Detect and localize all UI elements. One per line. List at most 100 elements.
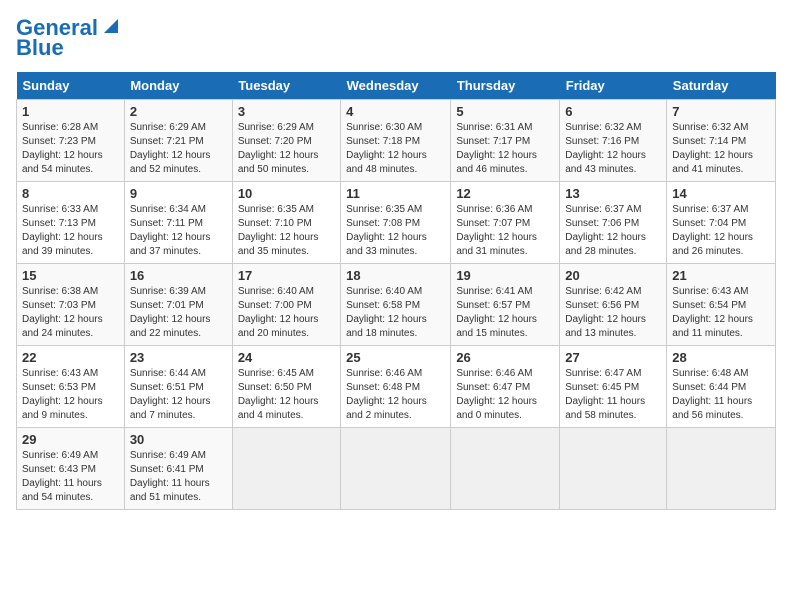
day-cell: 10 Sunrise: 6:35 AMSunset: 7:10 PMDaylig… (232, 182, 340, 264)
day-number: 5 (456, 104, 554, 119)
week-row-2: 8 Sunrise: 6:33 AMSunset: 7:13 PMDayligh… (17, 182, 776, 264)
day-info: Sunrise: 6:28 AMSunset: 7:23 PMDaylight:… (22, 122, 103, 175)
day-number: 23 (130, 350, 227, 365)
calendar-table: SundayMondayTuesdayWednesdayThursdayFrid… (16, 72, 776, 510)
day-info: Sunrise: 6:29 AMSunset: 7:21 PMDaylight:… (130, 122, 211, 175)
day-cell: 16 Sunrise: 6:39 AMSunset: 7:01 PMDaylig… (124, 264, 232, 346)
day-info: Sunrise: 6:38 AMSunset: 7:03 PMDaylight:… (22, 286, 103, 339)
day-cell: 15 Sunrise: 6:38 AMSunset: 7:03 PMDaylig… (17, 264, 125, 346)
day-cell: 12 Sunrise: 6:36 AMSunset: 7:07 PMDaylig… (451, 182, 560, 264)
day-info: Sunrise: 6:44 AMSunset: 6:51 PMDaylight:… (130, 368, 211, 421)
week-row-3: 15 Sunrise: 6:38 AMSunset: 7:03 PMDaylig… (17, 264, 776, 346)
day-info: Sunrise: 6:48 AMSunset: 6:44 PMDaylight:… (672, 368, 752, 421)
day-cell: 30 Sunrise: 6:49 AMSunset: 6:41 PMDaylig… (124, 428, 232, 510)
day-info: Sunrise: 6:35 AMSunset: 7:08 PMDaylight:… (346, 204, 427, 257)
page-header: General Blue (16, 16, 776, 60)
day-number: 22 (22, 350, 119, 365)
logo: General Blue (16, 16, 122, 60)
day-cell: 5 Sunrise: 6:31 AMSunset: 7:17 PMDayligh… (451, 100, 560, 182)
day-info: Sunrise: 6:37 AMSunset: 7:06 PMDaylight:… (565, 204, 646, 257)
col-header-monday: Monday (124, 72, 232, 100)
day-number: 11 (346, 186, 445, 201)
day-cell: 4 Sunrise: 6:30 AMSunset: 7:18 PMDayligh… (341, 100, 451, 182)
day-info: Sunrise: 6:49 AMSunset: 6:43 PMDaylight:… (22, 450, 102, 503)
day-cell (451, 428, 560, 510)
day-info: Sunrise: 6:37 AMSunset: 7:04 PMDaylight:… (672, 204, 753, 257)
day-cell: 14 Sunrise: 6:37 AMSunset: 7:04 PMDaylig… (667, 182, 776, 264)
day-cell: 29 Sunrise: 6:49 AMSunset: 6:43 PMDaylig… (17, 428, 125, 510)
day-number: 4 (346, 104, 445, 119)
day-info: Sunrise: 6:36 AMSunset: 7:07 PMDaylight:… (456, 204, 537, 257)
logo-blue: Blue (16, 35, 64, 60)
day-number: 9 (130, 186, 227, 201)
day-info: Sunrise: 6:29 AMSunset: 7:20 PMDaylight:… (238, 122, 319, 175)
day-info: Sunrise: 6:32 AMSunset: 7:14 PMDaylight:… (672, 122, 753, 175)
day-cell: 20 Sunrise: 6:42 AMSunset: 6:56 PMDaylig… (560, 264, 667, 346)
day-info: Sunrise: 6:30 AMSunset: 7:18 PMDaylight:… (346, 122, 427, 175)
day-number: 13 (565, 186, 661, 201)
day-number: 20 (565, 268, 661, 283)
day-number: 30 (130, 432, 227, 447)
day-cell: 3 Sunrise: 6:29 AMSunset: 7:20 PMDayligh… (232, 100, 340, 182)
week-row-4: 22 Sunrise: 6:43 AMSunset: 6:53 PMDaylig… (17, 346, 776, 428)
day-number: 6 (565, 104, 661, 119)
day-number: 14 (672, 186, 770, 201)
day-info: Sunrise: 6:46 AMSunset: 6:47 PMDaylight:… (456, 368, 537, 421)
day-info: Sunrise: 6:49 AMSunset: 6:41 PMDaylight:… (130, 450, 210, 503)
day-cell: 6 Sunrise: 6:32 AMSunset: 7:16 PMDayligh… (560, 100, 667, 182)
day-cell: 7 Sunrise: 6:32 AMSunset: 7:14 PMDayligh… (667, 100, 776, 182)
day-number: 24 (238, 350, 335, 365)
day-number: 2 (130, 104, 227, 119)
day-number: 21 (672, 268, 770, 283)
day-info: Sunrise: 6:35 AMSunset: 7:10 PMDaylight:… (238, 204, 319, 257)
day-cell: 8 Sunrise: 6:33 AMSunset: 7:13 PMDayligh… (17, 182, 125, 264)
day-number: 10 (238, 186, 335, 201)
day-number: 17 (238, 268, 335, 283)
day-number: 25 (346, 350, 445, 365)
day-cell: 13 Sunrise: 6:37 AMSunset: 7:06 PMDaylig… (560, 182, 667, 264)
col-header-thursday: Thursday (451, 72, 560, 100)
day-number: 26 (456, 350, 554, 365)
day-cell: 28 Sunrise: 6:48 AMSunset: 6:44 PMDaylig… (667, 346, 776, 428)
day-info: Sunrise: 6:31 AMSunset: 7:17 PMDaylight:… (456, 122, 537, 175)
col-header-sunday: Sunday (17, 72, 125, 100)
day-number: 29 (22, 432, 119, 447)
day-info: Sunrise: 6:43 AMSunset: 6:54 PMDaylight:… (672, 286, 753, 339)
day-number: 8 (22, 186, 119, 201)
day-cell: 22 Sunrise: 6:43 AMSunset: 6:53 PMDaylig… (17, 346, 125, 428)
day-number: 3 (238, 104, 335, 119)
day-info: Sunrise: 6:43 AMSunset: 6:53 PMDaylight:… (22, 368, 103, 421)
day-number: 1 (22, 104, 119, 119)
week-row-5: 29 Sunrise: 6:49 AMSunset: 6:43 PMDaylig… (17, 428, 776, 510)
col-header-saturday: Saturday (667, 72, 776, 100)
day-cell: 9 Sunrise: 6:34 AMSunset: 7:11 PMDayligh… (124, 182, 232, 264)
day-cell: 24 Sunrise: 6:45 AMSunset: 6:50 PMDaylig… (232, 346, 340, 428)
day-info: Sunrise: 6:47 AMSunset: 6:45 PMDaylight:… (565, 368, 645, 421)
col-header-friday: Friday (560, 72, 667, 100)
day-cell: 17 Sunrise: 6:40 AMSunset: 7:00 PMDaylig… (232, 264, 340, 346)
day-info: Sunrise: 6:39 AMSunset: 7:01 PMDaylight:… (130, 286, 211, 339)
day-info: Sunrise: 6:46 AMSunset: 6:48 PMDaylight:… (346, 368, 427, 421)
day-cell: 2 Sunrise: 6:29 AMSunset: 7:21 PMDayligh… (124, 100, 232, 182)
day-cell: 25 Sunrise: 6:46 AMSunset: 6:48 PMDaylig… (341, 346, 451, 428)
day-cell: 27 Sunrise: 6:47 AMSunset: 6:45 PMDaylig… (560, 346, 667, 428)
day-cell: 11 Sunrise: 6:35 AMSunset: 7:08 PMDaylig… (341, 182, 451, 264)
day-number: 27 (565, 350, 661, 365)
day-info: Sunrise: 6:40 AMSunset: 6:58 PMDaylight:… (346, 286, 427, 339)
day-cell (232, 428, 340, 510)
day-number: 16 (130, 268, 227, 283)
day-cell (341, 428, 451, 510)
day-info: Sunrise: 6:33 AMSunset: 7:13 PMDaylight:… (22, 204, 103, 257)
day-cell (667, 428, 776, 510)
day-info: Sunrise: 6:32 AMSunset: 7:16 PMDaylight:… (565, 122, 646, 175)
day-info: Sunrise: 6:42 AMSunset: 6:56 PMDaylight:… (565, 286, 646, 339)
logo-arrow-icon (100, 15, 122, 37)
day-number: 28 (672, 350, 770, 365)
day-info: Sunrise: 6:45 AMSunset: 6:50 PMDaylight:… (238, 368, 319, 421)
day-number: 18 (346, 268, 445, 283)
day-cell: 21 Sunrise: 6:43 AMSunset: 6:54 PMDaylig… (667, 264, 776, 346)
week-row-1: 1 Sunrise: 6:28 AMSunset: 7:23 PMDayligh… (17, 100, 776, 182)
col-header-wednesday: Wednesday (341, 72, 451, 100)
day-cell: 26 Sunrise: 6:46 AMSunset: 6:47 PMDaylig… (451, 346, 560, 428)
day-info: Sunrise: 6:41 AMSunset: 6:57 PMDaylight:… (456, 286, 537, 339)
